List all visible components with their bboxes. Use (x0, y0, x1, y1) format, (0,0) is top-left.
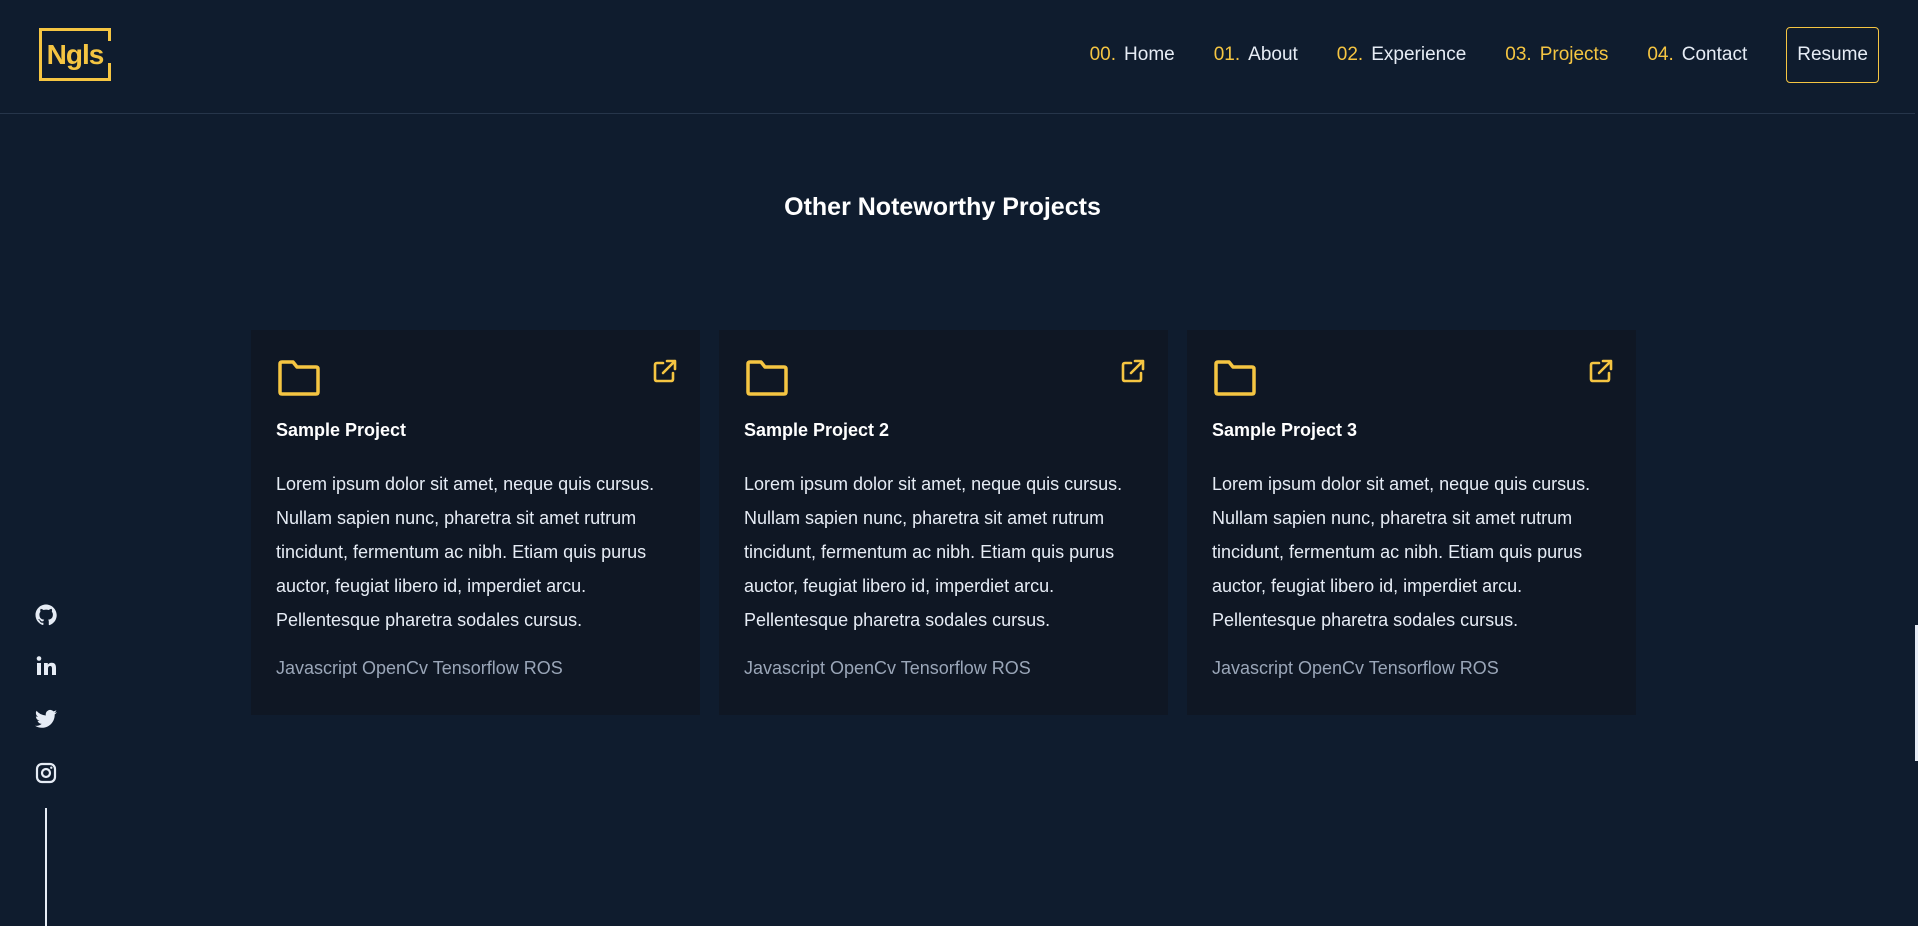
main-nav: 00. Home 01. About 02. Experience 03. Pr… (1090, 27, 1879, 83)
project-description: Lorem ipsum dolor sit amet, neque quis c… (744, 474, 1123, 630)
project-description: Lorem ipsum dolor sit amet, neque quis c… (276, 474, 655, 630)
folder-icon (278, 360, 320, 396)
twitter-icon[interactable] (34, 707, 58, 731)
project-card: Sample Project Lorem ipsum dolor sit ame… (251, 330, 700, 715)
project-tech-list: Javascript OpenCv Tensorflow ROS (744, 658, 1031, 678)
nav-item-experience[interactable]: 02. Experience (1337, 44, 1466, 66)
resume-button[interactable]: Resume (1786, 27, 1879, 83)
social-divider-line (45, 808, 47, 926)
nav-item-number: 00. (1089, 44, 1117, 65)
external-link-icon[interactable] (652, 358, 678, 384)
github-icon[interactable] (34, 603, 58, 627)
nav-item-label: Home (1124, 44, 1175, 65)
project-card: Sample Project 3 Lorem ipsum dolor sit a… (1187, 330, 1636, 715)
project-tech-list: Javascript OpenCv Tensorflow ROS (1212, 658, 1499, 678)
nav-item-number: 02. (1336, 44, 1364, 65)
page: Ngls 00. Home 01. About 02. Experience 0… (0, 0, 1918, 926)
folder-icon (746, 360, 788, 396)
nav-item-number: 01. (1213, 44, 1241, 65)
nav-item-number: 04. (1647, 44, 1674, 65)
project-card: Sample Project 2 Lorem ipsum dolor sit a… (719, 330, 1168, 715)
nav-item-number: 03. (1505, 44, 1532, 65)
folder-icon (1214, 360, 1256, 396)
project-description: Lorem ipsum dolor sit amet, neque quis c… (1212, 474, 1591, 630)
site-header: Ngls 00. Home 01. About 02. Experience 0… (0, 0, 1918, 114)
nav-item-contact[interactable]: 04. Contact (1647, 44, 1747, 66)
external-link-icon[interactable] (1120, 358, 1146, 384)
section-title: Other Noteworthy Projects (784, 193, 1101, 221)
logo-text: Ngls (46, 38, 105, 70)
nav-item-projects[interactable]: 03. Projects (1505, 44, 1608, 66)
project-title[interactable]: Sample Project (276, 420, 406, 441)
instagram-icon[interactable] (34, 761, 58, 785)
nav-item-label: Experience (1371, 44, 1467, 65)
nav-item-home[interactable]: 00. Home (1090, 44, 1175, 66)
logo[interactable]: Ngls (39, 28, 111, 81)
project-title[interactable]: Sample Project 3 (1212, 420, 1357, 441)
nav-item-label: Projects (1539, 44, 1609, 65)
linkedin-icon[interactable] (34, 654, 58, 678)
nav-item-label: About (1248, 44, 1298, 65)
nav-item-about[interactable]: 01. About (1214, 44, 1298, 66)
external-link-icon[interactable] (1588, 358, 1614, 384)
project-cards: Sample Project Lorem ipsum dolor sit ame… (251, 330, 1636, 715)
project-tech-list: Javascript OpenCv Tensorflow ROS (276, 658, 563, 678)
nav-item-label: Contact (1681, 44, 1748, 65)
project-title[interactable]: Sample Project 2 (744, 420, 889, 441)
